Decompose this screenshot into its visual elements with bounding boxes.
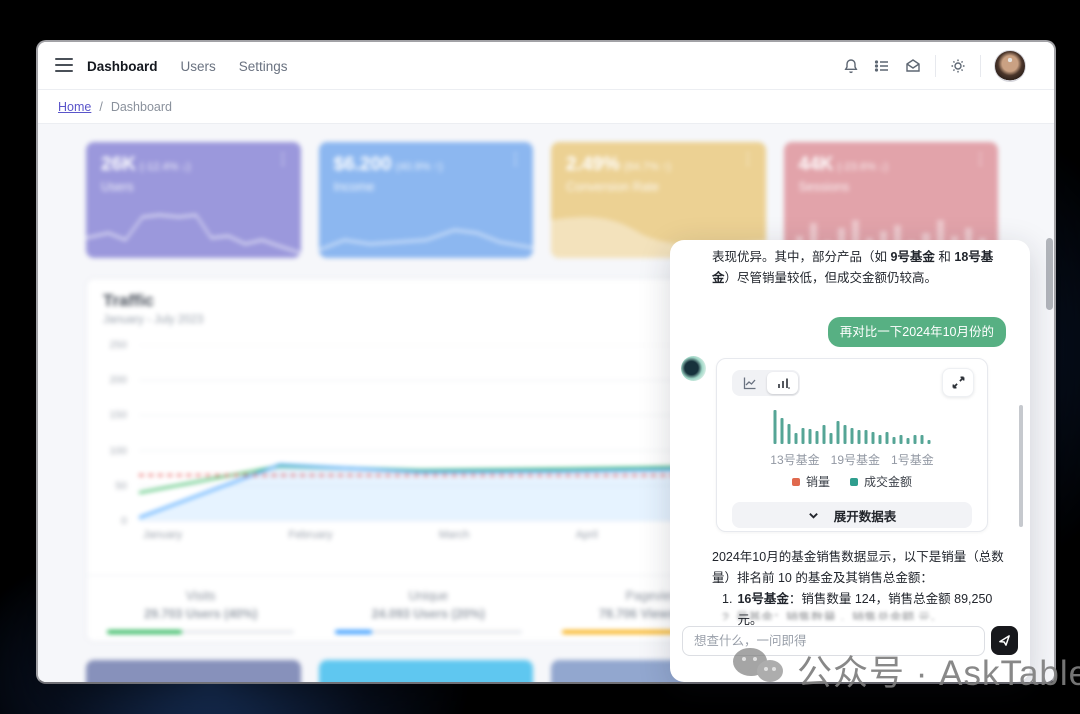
assistant-message: 表现优异。其中，部分产品（如 9号基金 和 18号基金）尽管销量较低，但成交金额…: [712, 247, 1008, 289]
top-nav: Dashboard Users Settings: [87, 42, 288, 90]
divider: [980, 55, 981, 77]
user-avatar[interactable]: [994, 50, 1026, 82]
sparkline-chart: [319, 200, 534, 258]
stat-label: Income: [334, 180, 375, 194]
wechat-icon: [733, 644, 791, 696]
window-scrollbar-thumb[interactable]: [1046, 238, 1053, 310]
traffic-y-axis: 250200150100500: [95, 339, 127, 527]
stat-label: Conversion Rate: [566, 180, 659, 194]
task-list-icon[interactable]: [873, 57, 891, 75]
traffic-stat-unique: Unique 24.093 Users (20%): [315, 576, 543, 641]
mail-icon[interactable]: [904, 57, 922, 75]
stat-card-income: $6.200 (40.9% ↑) Income ⋮: [319, 142, 534, 258]
card-menu-icon[interactable]: ⋮: [741, 150, 756, 168]
user-message-bubble: 再对比一下2024年10月份的: [828, 317, 1006, 347]
chat-scrollbar-thumb[interactable]: [1019, 405, 1023, 527]
nav-item-settings[interactable]: Settings: [239, 59, 288, 74]
social-card: [319, 660, 534, 682]
clipped-list-item: 2. 号基金：销售数量 ，销售总金额 元。: [722, 611, 1008, 620]
card-menu-icon[interactable]: ⋮: [973, 150, 988, 168]
card-menu-icon[interactable]: ⋮: [276, 150, 291, 168]
stat-value: 26K: [101, 154, 136, 175]
traffic-title: Traffic: [103, 291, 154, 311]
header-actions: [842, 42, 1026, 90]
sparkline-chart: [86, 200, 301, 258]
watermark: 公众号 · AskTable: [733, 644, 1080, 696]
asktable-chat-panel: 表现优异。其中，部分产品（如 9号基金 和 18号基金）尽管销量较低，但成交金额…: [670, 240, 1030, 682]
stat-delta: (-23.6% ↓): [837, 161, 888, 173]
expand-chart-icon[interactable]: [942, 368, 974, 397]
social-card: [86, 660, 301, 682]
stat-card-users: 26K (-12.4% ↓) Users ⋮: [86, 142, 301, 258]
stat-label: Users: [101, 180, 134, 194]
stat-delta: (-12.4% ↓): [140, 161, 191, 173]
chevron-down-icon: [808, 510, 819, 521]
traffic-subtitle: January - July 2023: [103, 314, 203, 326]
stat-value: $6.200: [334, 154, 392, 175]
card-menu-icon[interactable]: ⋮: [508, 150, 523, 168]
chart-type-toggle: [732, 370, 800, 396]
line-chart-toggle-icon[interactable]: [734, 372, 765, 394]
theme-sun-icon[interactable]: [949, 57, 967, 75]
progress-bar: [107, 630, 294, 634]
fund-bar-chart: [774, 409, 931, 444]
stat-delta: (40.9% ↑): [396, 161, 443, 173]
fund-chart-legend: 销量 成交金额: [717, 473, 987, 490]
breadcrumb-separator: /: [99, 100, 102, 114]
breadcrumb-current: Dashboard: [111, 100, 172, 114]
stat-value: 2.49%: [566, 154, 620, 175]
nav-item-dashboard[interactable]: Dashboard: [87, 59, 158, 74]
breadcrumb: Home / Dashboard: [38, 90, 1054, 124]
bar-chart-toggle-icon[interactable]: [767, 372, 798, 394]
breadcrumb-home-link[interactable]: Home: [58, 100, 91, 114]
fund-chart-widget: 13号基金 19号基金 1号基金 销量 成交金额 展开数据表: [716, 358, 988, 532]
divider: [935, 55, 936, 77]
stat-value: 44K: [799, 154, 834, 175]
nav-item-users[interactable]: Users: [181, 59, 216, 74]
watermark-text: 公众号 · AskTable: [797, 645, 1080, 696]
stat-delta: (84.7% ↑): [624, 161, 671, 173]
stat-label: Sessions: [799, 180, 850, 194]
fund-chart-x-labels: 13号基金 19号基金 1号基金: [717, 451, 987, 468]
expand-data-table-button[interactable]: 展开数据表: [732, 502, 972, 528]
traffic-stat-visits: Visits 29.703 Users (40%): [87, 576, 315, 641]
legend-swatch-amount: [850, 478, 858, 486]
bell-icon[interactable]: [842, 57, 860, 75]
hamburger-menu-icon[interactable]: [55, 58, 73, 72]
progress-bar: [335, 630, 522, 634]
app-header: Dashboard Users Settings: [38, 42, 1054, 90]
legend-swatch-sales: [792, 478, 800, 486]
bot-avatar: [681, 356, 706, 381]
